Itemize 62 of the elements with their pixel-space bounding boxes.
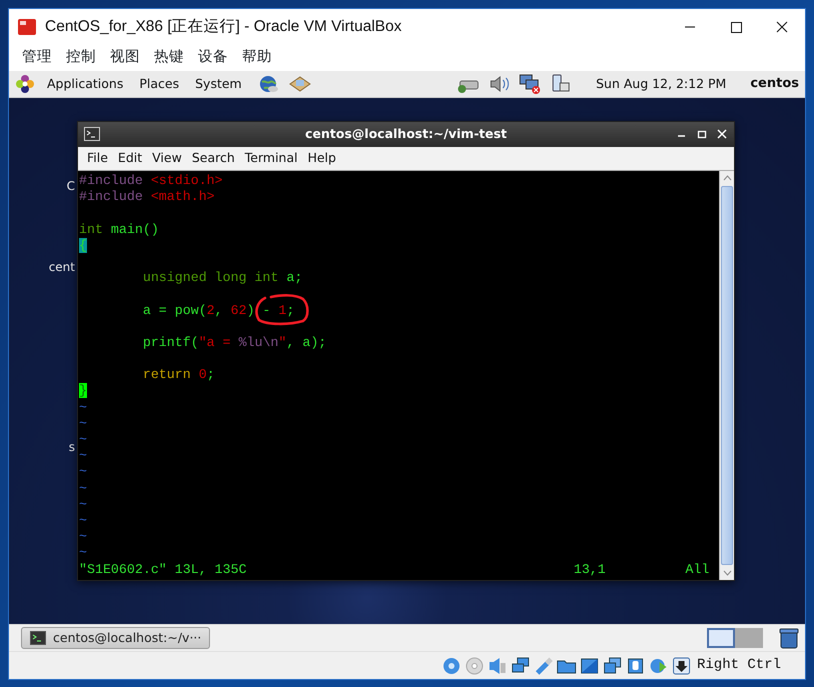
code-line: #include <stdio.h> (79, 173, 224, 190)
menu-item[interactable]: Help (302, 149, 342, 168)
disk-icon[interactable] (440, 656, 462, 676)
monitors-icon[interactable] (510, 656, 531, 676)
tilde-line: ~ (79, 545, 88, 562)
window-title: CentOS_for_X86 [正在运行] - Oracle VM VirtualBox (45, 17, 402, 38)
windows-icon[interactable] (602, 656, 623, 676)
panel-menu[interactable]: Places (131, 74, 188, 94)
menu-item[interactable]: Terminal (240, 149, 303, 168)
desktop-icon-label[interactable]: s (68, 438, 75, 456)
code-line: printf("a = %lu\n", a); (142, 334, 328, 352)
flower-logo-icon[interactable] (15, 74, 35, 94)
workspace-tile[interactable] (735, 628, 763, 648)
screen-icon[interactable] (578, 656, 600, 676)
scroll-up-icon[interactable] (722, 175, 732, 181)
terminal-icon (30, 631, 46, 645)
scroll-position: All (685, 562, 710, 578)
cursor-position: 13,1 (574, 562, 607, 578)
code-line: unsigned long int a; (142, 270, 304, 286)
menu-item[interactable]: 设备 (191, 47, 235, 69)
code-line: a = pow(2, 62) - 1; (79, 302, 719, 319)
menu-item[interactable]: Edit (112, 149, 148, 168)
scroll-down-icon[interactable] (722, 570, 732, 576)
tilde-line: ~ (79, 400, 88, 416)
menu-item[interactable]: View (147, 149, 187, 168)
scrollbar-thumb[interactable] (721, 186, 733, 565)
workspace-tile[interactable] (707, 628, 735, 648)
globe-icon[interactable] (258, 74, 280, 94)
tilde-line: ~ (79, 496, 88, 513)
network-error-icon[interactable] (518, 73, 542, 95)
menu-item[interactable]: File (82, 149, 113, 168)
clock[interactable]: Sun Aug 12, 2:12 PM (596, 74, 726, 94)
terminal-icon (84, 127, 100, 141)
status-message: "S1E0602.c" 13L, 135C (79, 562, 248, 578)
terminal-title: centos@localhost:~/vim-test (305, 125, 507, 144)
panel-menu[interactable]: System (187, 74, 250, 94)
desktop-icon-label[interactable]: cent (48, 258, 75, 276)
tilde-line: ~ (79, 416, 88, 432)
menu-item[interactable]: Search (186, 149, 240, 168)
host-key-label: Right Ctrl (696, 656, 781, 675)
speaker-icon[interactable] (488, 74, 510, 94)
trash-icon[interactable] (779, 627, 799, 649)
tilde-line: ~ (79, 529, 88, 546)
desktop-icon-label[interactable]: C (66, 177, 75, 195)
tilde-line: ~ (79, 512, 88, 530)
tilde-line: ~ (79, 448, 88, 464)
envelope-icon[interactable] (288, 74, 312, 94)
code-line: int main() (79, 222, 160, 238)
menu-item[interactable]: 管理 (15, 47, 59, 69)
tilde-line: ~ (79, 480, 88, 497)
menu-item[interactable]: 控制 (59, 47, 103, 69)
panel-menu[interactable]: Applications (39, 74, 132, 94)
menu-item[interactable]: 视图 (103, 47, 147, 69)
menu-item[interactable]: 热键 (147, 47, 191, 69)
code-line: #include <math.h> (79, 189, 216, 206)
taskbar-button[interactable]: centos@localhost:~/v··· (21, 627, 210, 649)
menu-item[interactable]: 帮助 (235, 47, 279, 69)
app-icon (17, 17, 37, 37)
tilde-line: ~ (79, 432, 88, 448)
tilde-line: ~ (79, 464, 88, 481)
user-name[interactable]: centos (750, 74, 799, 94)
code-line: return 0; (142, 367, 216, 384)
